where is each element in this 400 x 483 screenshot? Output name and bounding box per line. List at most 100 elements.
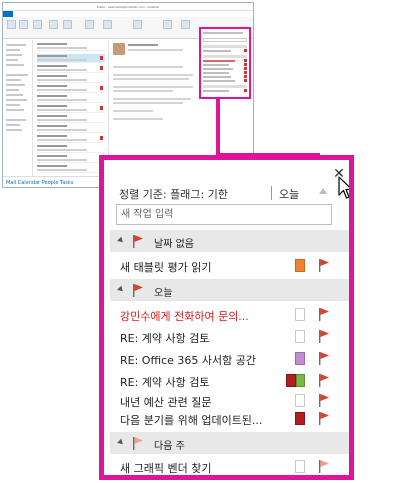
folder-item[interactable]	[6, 79, 21, 81]
ribbon-button[interactable]	[85, 20, 94, 29]
collapse-triangle-icon[interactable]	[117, 438, 125, 447]
folder-item[interactable]	[6, 129, 22, 131]
sort-order-value[interactable]: 오늘	[279, 186, 299, 202]
task-name[interactable]: RE: 계약 사항 검토	[120, 374, 285, 390]
category-swatch[interactable]	[295, 412, 305, 425]
message-item[interactable]	[37, 54, 105, 63]
category-swatch[interactable]	[295, 460, 305, 473]
ribbon-button[interactable]	[103, 20, 112, 29]
task-name[interactable]: 새 태블릿 평가 읽기	[120, 259, 285, 275]
todo-line	[203, 68, 233, 70]
ribbon-button[interactable]	[49, 20, 58, 29]
task-name[interactable]: 새 그래픽 벤더 찾기	[120, 460, 285, 475]
message-item[interactable]	[37, 64, 105, 73]
folder-item[interactable]	[6, 44, 26, 46]
window-title: Inbox - username@outlook.com - Outlook	[3, 3, 253, 11]
group-header-today[interactable]: 오늘	[110, 279, 349, 301]
task-item[interactable]: 다음 분기를 위해 업데이트된...	[110, 408, 349, 430]
message-item[interactable]	[37, 74, 105, 83]
flag-icon[interactable]	[318, 459, 330, 473]
category-swatch[interactable]	[295, 259, 305, 272]
reading-line	[113, 98, 191, 100]
ribbon-button[interactable]	[133, 20, 142, 29]
task-item[interactable]: RE: 계약 사항 검토	[110, 370, 349, 392]
flag-icon[interactable]	[318, 307, 330, 321]
todo-bar: ✕ 정렬 기준: 플래그: 기한 오늘 날짜 없음 새 태블릿 평가 읽기 오늘…	[99, 155, 354, 480]
sort-arrow-icon[interactable]	[319, 188, 327, 194]
flag-icon[interactable]	[318, 373, 330, 387]
todo-line	[203, 45, 247, 48]
todo-line	[203, 55, 247, 58]
task-item[interactable]: 새 그래픽 벤더 찾기	[110, 456, 349, 475]
flag-icon	[133, 284, 143, 297]
group-header-next-week[interactable]: 다음 주	[110, 432, 349, 454]
folder-item[interactable]	[6, 49, 20, 51]
sort-label[interactable]: 정렬 기준: 플래그: 기한	[119, 186, 228, 202]
flag-icon	[133, 437, 143, 450]
task-item[interactable]: 강민수에게 전화하여 문의...	[110, 304, 349, 326]
reading-line	[113, 110, 153, 112]
folder-item[interactable]	[6, 64, 24, 66]
todo-line	[203, 32, 243, 34]
collapse-triangle-icon[interactable]	[117, 236, 125, 245]
flag-icon	[133, 235, 143, 248]
category-swatch-2[interactable]	[296, 374, 305, 387]
message-item[interactable]	[37, 114, 105, 123]
reading-line	[113, 78, 189, 80]
category-swatch[interactable]	[286, 374, 296, 387]
task-item[interactable]: RE: Office 365 사서함 공간	[110, 348, 349, 370]
category-swatch[interactable]	[295, 308, 305, 321]
message-item[interactable]	[37, 154, 105, 163]
flag-icon[interactable]	[318, 329, 330, 343]
task-item[interactable]: 새 태블릿 평가 읽기	[110, 255, 349, 277]
message-item[interactable]	[37, 134, 105, 143]
task-name[interactable]: RE: 계약 사항 검토	[120, 330, 285, 346]
flag-icon[interactable]	[318, 258, 330, 272]
category-swatch[interactable]	[295, 394, 305, 407]
folder-item[interactable]	[6, 119, 26, 121]
message-item[interactable]	[37, 104, 105, 113]
message-item[interactable]	[37, 42, 105, 51]
message-item[interactable]	[37, 94, 105, 103]
group-header-no-date[interactable]: 날짜 없음	[110, 230, 349, 252]
ribbon-button[interactable]	[163, 20, 172, 29]
ribbon-button[interactable]	[7, 20, 16, 29]
folder-item[interactable]	[6, 59, 18, 61]
folder-item[interactable]	[6, 109, 24, 111]
todo-line	[203, 80, 235, 82]
folder-item[interactable]	[6, 74, 28, 76]
folder-item[interactable]	[6, 124, 20, 126]
task-name[interactable]: 강민수에게 전화하여 문의...	[120, 308, 285, 324]
ribbon-button[interactable]	[33, 20, 42, 29]
message-item[interactable]	[37, 144, 105, 153]
message-item[interactable]	[37, 84, 105, 93]
folder-item[interactable]	[6, 54, 22, 56]
folder-item[interactable]	[6, 104, 20, 106]
task-item[interactable]: RE: 계약 사항 검토	[110, 326, 349, 348]
message-item[interactable]	[37, 164, 105, 173]
collapse-triangle-icon[interactable]	[117, 285, 125, 294]
category-swatch[interactable]	[295, 330, 305, 343]
flag-icon[interactable]	[318, 393, 330, 407]
sort-header[interactable]: 정렬 기준: 플래그: 기한 오늘	[119, 184, 344, 202]
flag-icon[interactable]	[318, 351, 330, 365]
task-name[interactable]: RE: Office 365 사서함 공간	[120, 352, 285, 368]
ribbon-button[interactable]	[19, 20, 28, 29]
category-swatch[interactable]	[295, 352, 305, 365]
ribbon-button[interactable]	[181, 20, 190, 29]
ribbon-button[interactable]	[63, 20, 72, 29]
folder-item[interactable]	[6, 94, 23, 96]
task-name[interactable]: 다음 분기를 위해 업데이트된...	[120, 412, 285, 428]
new-task-input[interactable]	[116, 204, 332, 225]
todo-line	[203, 50, 231, 52]
group-label: 오늘	[154, 288, 173, 299]
folder-item[interactable]	[6, 99, 27, 101]
todo-line	[203, 76, 231, 78]
flag-icon[interactable]	[318, 411, 330, 425]
folder-item[interactable]	[6, 89, 19, 91]
todo-line	[203, 85, 247, 88]
sender-avatar	[113, 43, 125, 55]
group-label: 날짜 없음	[154, 239, 194, 250]
message-item[interactable]	[37, 124, 105, 133]
folder-item[interactable]	[6, 84, 25, 86]
